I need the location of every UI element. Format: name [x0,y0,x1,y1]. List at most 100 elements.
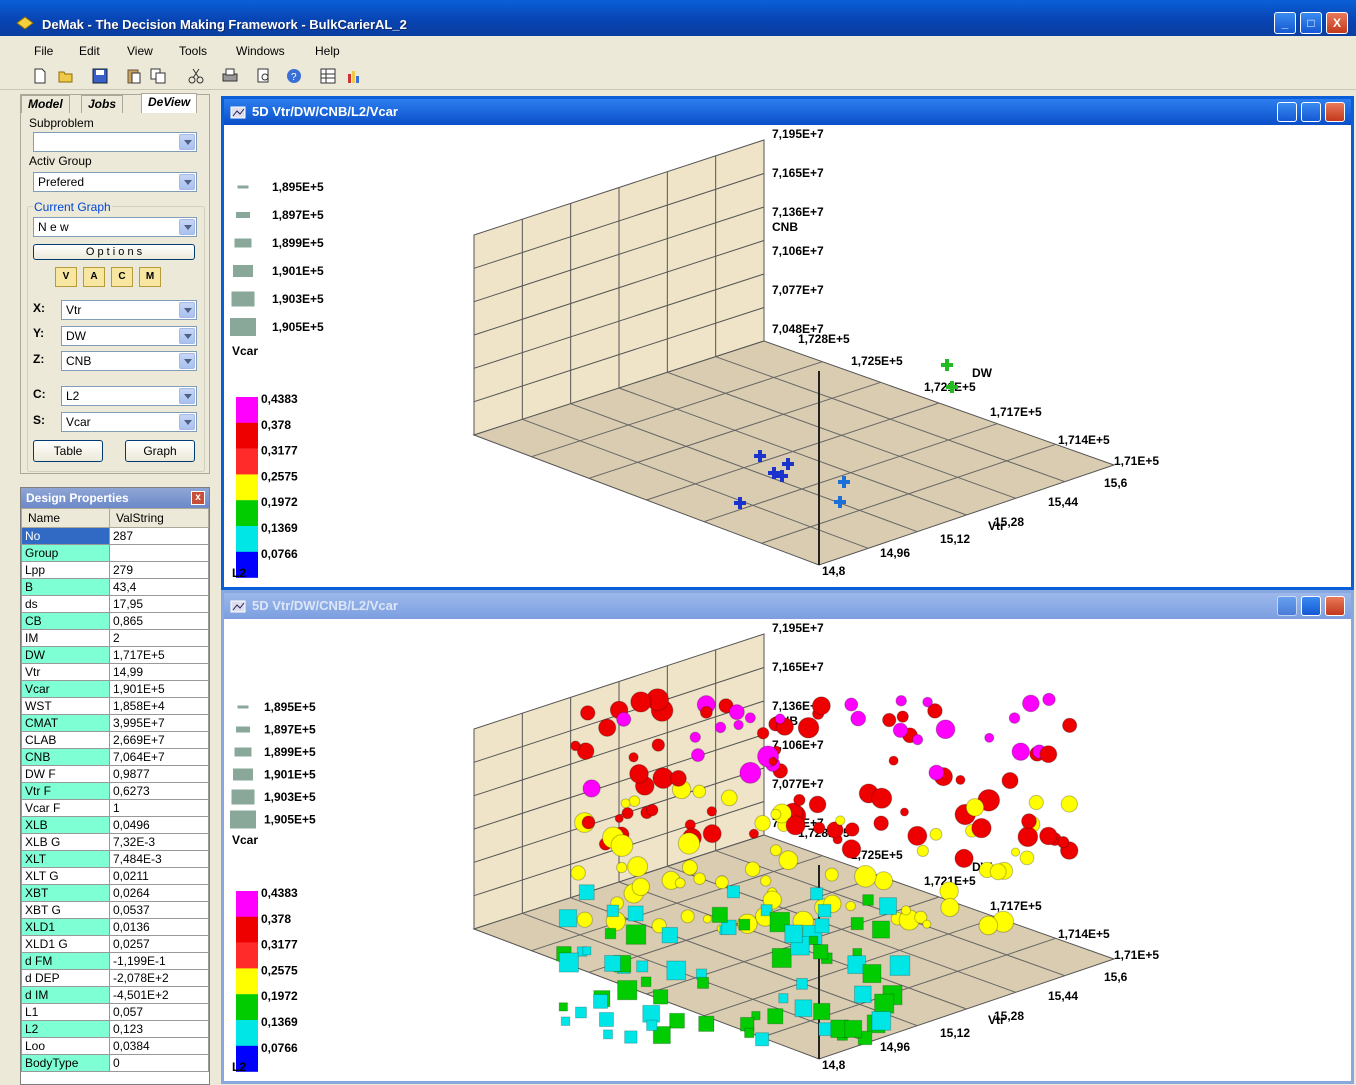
table-row[interactable]: BodyType 0 [21,1054,209,1072]
3d-scatter-plot[interactable]: 1,895E+5 1,897E+5 1,899E+5 1,901E+5 1,903E+5… [224,125,1351,587]
property-value[interactable]: 0,057 [109,1003,209,1021]
property-value[interactable]: 0,0384 [109,1037,209,1055]
property-value[interactable] [109,544,209,562]
copy-icon[interactable] [150,68,166,84]
property-value[interactable]: 0,9877 [109,765,209,783]
table-row[interactable]: XBT 0,0264 [21,884,209,902]
table-row[interactable]: Group [21,544,209,562]
view-c-icon[interactable]: C [111,267,133,287]
property-value[interactable]: 2,669E+7 [109,731,209,749]
property-value[interactable]: 279 [109,561,209,579]
new-icon[interactable] [32,68,48,84]
property-value[interactable]: 0 [109,1054,209,1072]
table-row[interactable]: XLD1 G 0,0257 [21,935,209,953]
close-icon[interactable]: x [191,491,205,505]
property-value[interactable]: 7,32E-3 [109,833,209,851]
table-row[interactable]: Lpp 279 [21,561,209,579]
plot-window-1[interactable]: 5D Vtr/DW/CNB/L2/Vcar 1,895E+5 1,897E+5 1,… [221,96,1354,590]
minimize-button[interactable] [1277,102,1297,122]
paste-icon[interactable] [126,68,142,84]
property-value[interactable]: 0,123 [109,1020,209,1038]
minimize-button[interactable] [1277,596,1297,616]
minimize-button[interactable]: _ [1274,12,1296,34]
menu-edit[interactable]: Edit [79,44,100,58]
maximize-button[interactable] [1301,102,1321,122]
property-value[interactable]: 1,901E+5 [109,680,209,698]
table-button[interactable]: Table [33,440,103,462]
plot-window-2[interactable]: 5D Vtr/DW/CNB/L2/Vcar 1,895E+5 1,897E+5 1,… [221,590,1354,1084]
chevron-down-icon[interactable] [179,302,195,318]
table-row[interactable]: L1 0,057 [21,1003,209,1021]
view-a-icon[interactable]: A [83,267,105,287]
property-value[interactable]: 0,6273 [109,782,209,800]
table-row[interactable]: B 43,4 [21,578,209,596]
print-icon[interactable] [222,68,238,84]
table-row[interactable]: XLB G 7,32E-3 [21,833,209,851]
table-row[interactable]: L2 0,123 [21,1020,209,1038]
property-value[interactable]: -1,199E-1 [109,952,209,970]
table-row[interactable]: XLT G 0,0211 [21,867,209,885]
property-value[interactable]: -4,501E+2 [109,986,209,1004]
graph-button[interactable]: Graph [125,440,195,462]
options-button[interactable]: O p t i o n s [33,244,195,260]
property-value[interactable]: 0,0496 [109,816,209,834]
table-row[interactable]: CB 0,865 [21,612,209,630]
property-value[interactable]: 0,0257 [109,935,209,953]
property-value[interactable]: -2,078E+2 [109,969,209,987]
menu-view[interactable]: View [127,44,153,58]
menu-windows[interactable]: Windows [236,44,285,58]
property-value[interactable]: 43,4 [109,578,209,596]
close-button[interactable] [1325,102,1345,122]
property-value[interactable]: 7,064E+7 [109,748,209,766]
property-value[interactable]: 1 [109,799,209,817]
chevron-down-icon[interactable] [179,219,195,235]
tab-model[interactable]: Model [21,95,70,113]
tab-jobs[interactable]: Jobs [81,95,124,113]
cut-icon[interactable] [188,68,204,84]
close-button[interactable] [1325,596,1345,616]
subproblem-select[interactable] [33,132,197,152]
chevron-down-icon[interactable] [179,388,195,404]
table-row[interactable]: XLT 7,484E-3 [21,850,209,868]
property-value[interactable]: 7,484E-3 [109,850,209,868]
column-header-valstring[interactable]: ValString [109,508,209,528]
3d-scatter-plot[interactable]: 1,895E+5 1,897E+5 1,899E+5 1,901E+5 1,903E+5… [224,619,1351,1081]
chart-icon[interactable] [346,68,362,84]
column-header-name[interactable]: Name [21,508,110,528]
chevron-down-icon[interactable] [179,134,195,150]
table-row[interactable]: CLAB 2,669E+7 [21,731,209,749]
table-row[interactable]: DW F 0,9877 [21,765,209,783]
table-row[interactable]: ds 17,95 [21,595,209,613]
help-icon[interactable]: ? [286,68,302,84]
table-row[interactable]: d IM -4,501E+2 [21,986,209,1004]
save-icon[interactable] [92,68,108,84]
table-row[interactable]: CNB 7,064E+7 [21,748,209,766]
menu-file[interactable]: File [34,44,53,58]
property-value[interactable]: 17,95 [109,595,209,613]
table-row[interactable]: DW 1,717E+5 [21,646,209,664]
menu-help[interactable]: Help [315,44,340,58]
property-value[interactable]: 0,865 [109,612,209,630]
size-axis-select[interactable]: Vcar [61,412,197,432]
property-value[interactable]: 1,717E+5 [109,646,209,664]
current-graph-select[interactable]: N e w [33,217,197,237]
table-row[interactable]: IM 2 [21,629,209,647]
table-row[interactable]: CMAT 3,995E+7 [21,714,209,732]
property-value[interactable]: 0,0264 [109,884,209,902]
close-button[interactable]: X [1326,12,1348,34]
property-value[interactable]: 1,858E+4 [109,697,209,715]
table-row[interactable]: Loo 0,0384 [21,1037,209,1055]
tab-deview[interactable]: DeView [141,93,198,113]
maximize-button[interactable] [1301,596,1321,616]
chevron-down-icon[interactable] [179,414,195,430]
table-row[interactable]: Vtr 14,99 [21,663,209,681]
color-axis-select[interactable]: L2 [61,386,197,406]
table-row[interactable]: XLB 0,0496 [21,816,209,834]
property-value[interactable]: 0,0136 [109,918,209,936]
property-value[interactable]: 14,99 [109,663,209,681]
table-row[interactable]: XLD1 0,0136 [21,918,209,936]
table-row[interactable]: Vcar F1 [21,799,209,817]
table-row[interactable]: WST 1,858E+4 [21,697,209,715]
property-value[interactable]: 287 [109,527,209,545]
table-row[interactable]: Vtr F 0,6273 [21,782,209,800]
